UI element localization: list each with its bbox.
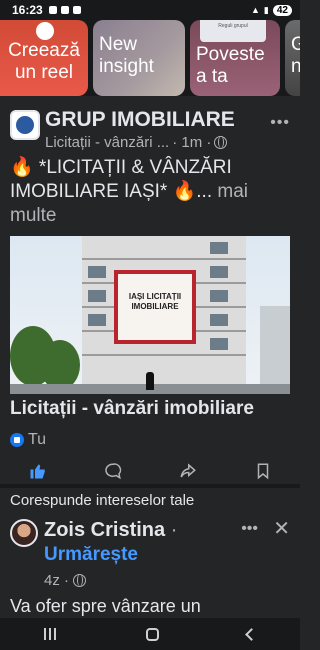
person: [146, 372, 154, 390]
reactions-summary[interactable]: Tu: [10, 431, 46, 449]
story-label: G n: [291, 34, 300, 77]
group-name[interactable]: GRUP IMOBILIARE: [45, 108, 235, 132]
suggested-post: Corespunde intereselor tale Zois Cristin…: [0, 488, 300, 618]
post-subtitle: Licitații - vânzări ... · 1m ·: [45, 134, 228, 151]
like-reaction-icon: [10, 433, 24, 447]
follow-button[interactable]: Urmărește: [44, 544, 138, 566]
link-title[interactable]: Licitații - vânzări imobiliare: [10, 398, 254, 420]
share-icon: [180, 463, 196, 478]
wifi-icon: ▲: [251, 5, 260, 15]
building: [260, 306, 290, 394]
status-time: 16:23: [12, 3, 43, 17]
group-post: GRUP IMOBILIARE Licitații - vânzări ... …: [0, 100, 300, 485]
story-new-insight[interactable]: New insight: [93, 20, 185, 96]
suggestion-header: Corespunde intereselor tale: [10, 492, 195, 509]
like-button[interactable]: [18, 457, 58, 485]
like-icon: [30, 464, 45, 479]
post-header: GRUP IMOBILIARE Licitații - vânzări ... …: [10, 108, 290, 152]
post-body: 🔥 *LICITAȚII & VÂNZĂRI IMOBILIARE IAȘI* …: [10, 157, 232, 202]
create-reel-card[interactable]: Creează un reel: [0, 20, 88, 96]
story-label: Poveste a ta: [196, 44, 265, 87]
close-icon[interactable]: ✕: [273, 516, 290, 541]
story-label: New insight: [99, 34, 154, 77]
notification-icon: [60, 6, 69, 14]
battery-level: 42: [272, 4, 292, 16]
more-icon[interactable]: •••: [270, 114, 290, 132]
plus-icon: [36, 22, 54, 40]
post-time: · 1m ·: [172, 134, 212, 151]
post-time: 4z ·: [44, 572, 70, 589]
status-bar: 16:23 ▲ ▮ 42: [0, 0, 300, 20]
share-button[interactable]: [168, 457, 208, 485]
tree: [40, 340, 80, 390]
group-avatar[interactable]: [10, 110, 40, 140]
save-button[interactable]: [243, 457, 283, 485]
story-card-partial[interactable]: G n: [285, 20, 300, 96]
create-reel-label: Creează un reel: [8, 40, 80, 83]
user-avatar[interactable]: [10, 519, 38, 547]
post-image[interactable]: IAȘI LICITAȚII IMOBILIARE: [10, 236, 290, 394]
status-notification-icons: [48, 6, 81, 14]
story-preview: Reguli grupul: [200, 20, 266, 42]
post-text: Va ofer spre vânzare un: [10, 596, 201, 616]
reactor-name: Tu: [28, 431, 47, 448]
recents-button[interactable]: [44, 628, 58, 640]
post-meta: 4z ·: [44, 572, 87, 589]
home-button[interactable]: [146, 627, 159, 641]
back-button[interactable]: [245, 627, 258, 641]
globe-icon: [214, 136, 228, 149]
user-name[interactable]: Zois Cristina ·: [44, 519, 177, 542]
story-your-story[interactable]: Reguli grupul Poveste a ta: [190, 20, 280, 96]
user-name-text: Zois Cristina: [44, 519, 166, 541]
post-actions: [0, 456, 300, 486]
signal-icon: ▮: [263, 4, 269, 15]
post-text: 🔥 *LICITAȚII & VÂNZĂRI IMOBILIARE IAȘI* …: [10, 156, 290, 228]
notification-icon: [72, 6, 81, 14]
globe-icon: [73, 574, 87, 587]
system-nav-bar: [0, 618, 300, 650]
poster-name[interactable]: Licitații - vânzări ...: [45, 134, 169, 151]
comment-icon: [104, 463, 121, 480]
notification-icon: [48, 6, 57, 14]
stories-row: Creează un reel New insight Reguli grupu…: [0, 20, 300, 96]
status-right: ▲ ▮ 42: [251, 4, 292, 16]
save-icon: [257, 463, 268, 480]
banner-sign: IAȘI LICITAȚII IMOBILIARE: [114, 270, 196, 344]
more-icon[interactable]: •••: [241, 520, 258, 538]
comment-button[interactable]: [93, 457, 133, 485]
